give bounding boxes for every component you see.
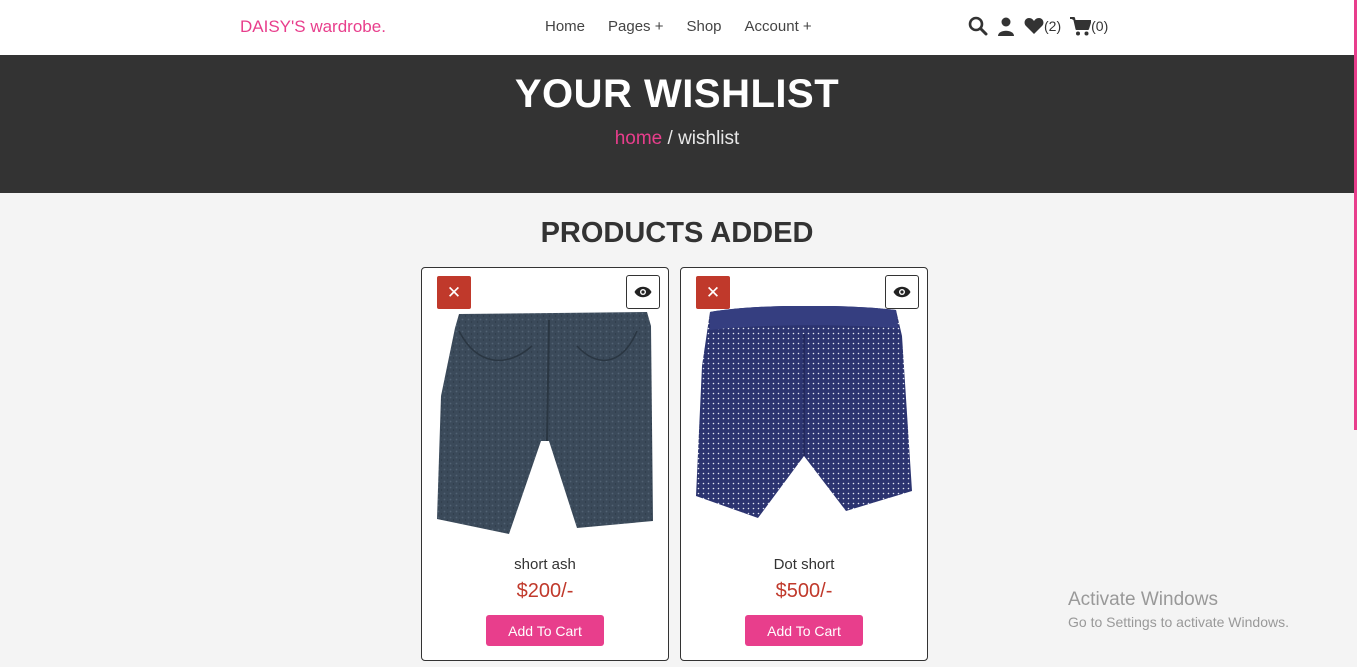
user-icon[interactable] (997, 17, 1015, 36)
header-icons: (2) (0) (968, 16, 1117, 36)
page-title: YOUR WISHLIST (514, 72, 840, 116)
breadcrumb-home-link[interactable]: home (615, 128, 663, 149)
cart-icon (1070, 16, 1092, 35)
cart-count: (0) (1091, 18, 1109, 34)
site-header: DAISY'S wardrobe. Home Pages + Shop Acco… (0, 0, 1357, 55)
nav-pages[interactable]: Pages + (608, 18, 663, 35)
cart-link[interactable]: (0) (1070, 16, 1109, 36)
main-nav: Home Pages + Shop Account + (545, 18, 835, 35)
product-name[interactable]: short ash (422, 556, 668, 573)
view-button[interactable] (626, 275, 660, 309)
breadcrumb-current: wishlist (678, 128, 740, 149)
wishlist-card: ✕ Dot short $500/- Add To Cart (680, 267, 928, 661)
remove-button[interactable]: ✕ (437, 276, 471, 309)
nav-shop[interactable]: Shop (686, 18, 721, 35)
breadcrumb: home / wishlist (0, 128, 1354, 150)
wishlist-count: (2) (1044, 18, 1062, 34)
product-price: $200/- (516, 580, 574, 602)
section-title: PRODUCTS ADDED (540, 217, 814, 249)
product-image[interactable] (696, 305, 912, 536)
eye-icon (634, 286, 652, 298)
add-to-cart-button[interactable]: Add To Cart (745, 615, 863, 646)
page-hero: YOUR WISHLIST home / wishlist (0, 55, 1354, 193)
activation-watermark: Activate Windows Go to Settings to activ… (1068, 589, 1289, 630)
search-icon[interactable] (968, 16, 988, 36)
nav-account[interactable]: Account + (745, 18, 812, 35)
eye-icon (893, 286, 911, 298)
add-to-cart-button[interactable]: Add To Cart (486, 615, 604, 646)
heart-icon (1024, 18, 1044, 34)
watermark-title: Activate Windows (1068, 589, 1218, 610)
watermark-subtitle: Go to Settings to activate Windows. (1068, 614, 1289, 630)
product-image[interactable] (437, 306, 653, 536)
breadcrumb-separator: / (662, 128, 679, 149)
product-price: $500/- (775, 580, 833, 602)
nav-home[interactable]: Home (545, 18, 585, 35)
site-logo[interactable]: DAISY'S wardrobe. (240, 17, 386, 37)
wishlist-link[interactable]: (2) (1024, 17, 1061, 35)
wishlist-card: ✕ short ash $200/- Add To Cart (421, 267, 669, 661)
product-name[interactable]: Dot short (681, 556, 927, 573)
view-button[interactable] (885, 275, 919, 309)
remove-button[interactable]: ✕ (696, 276, 730, 309)
